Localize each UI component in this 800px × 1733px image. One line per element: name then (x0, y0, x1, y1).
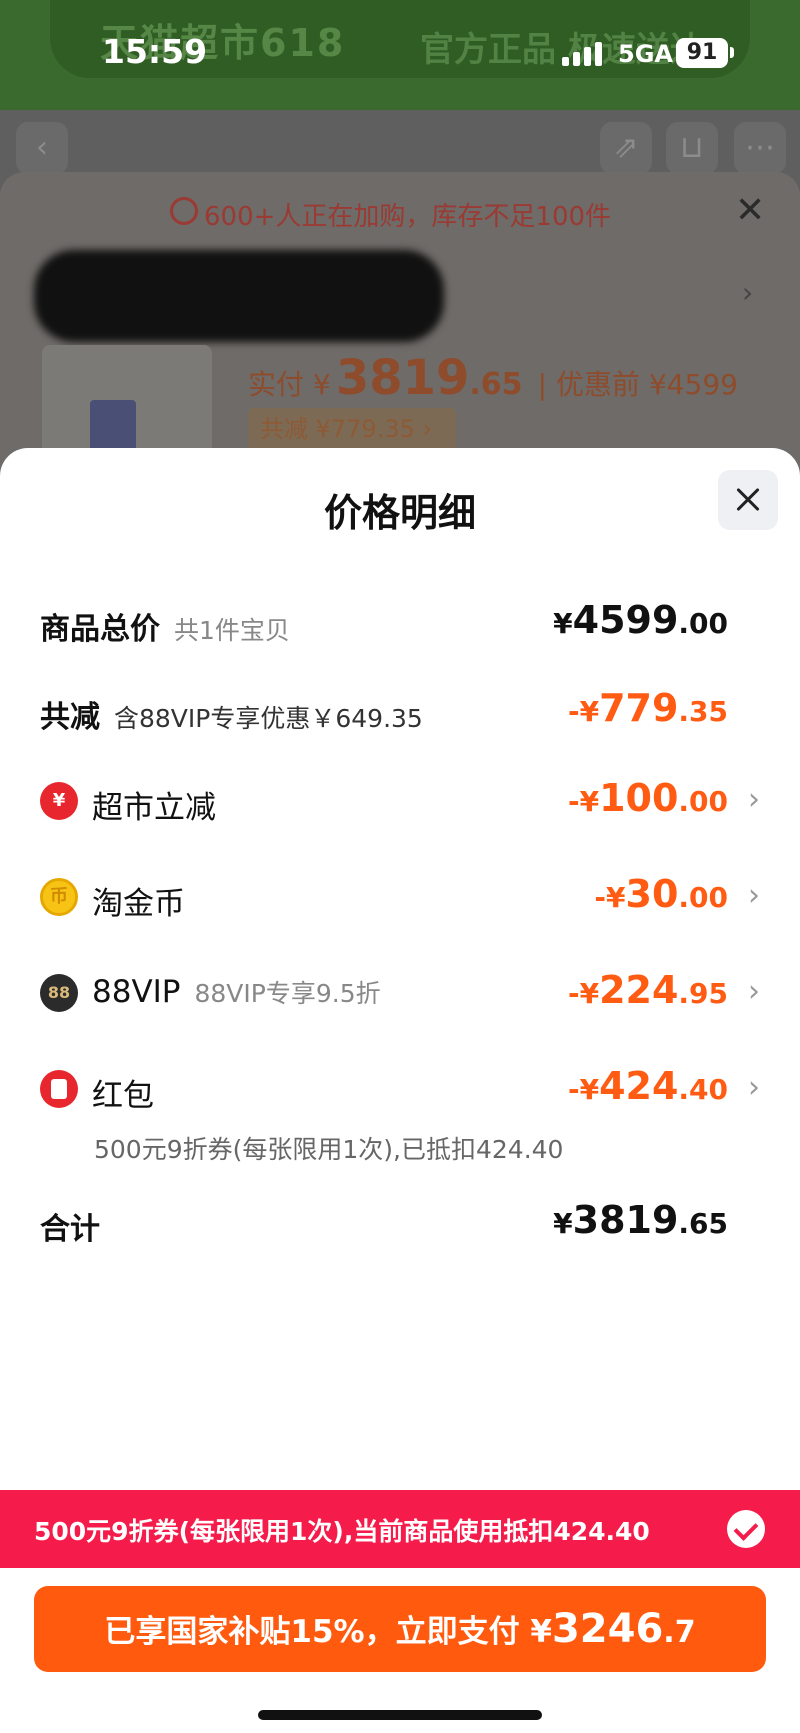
chevron-right-icon: › (748, 974, 760, 1009)
alarm-icon (170, 197, 198, 225)
currency: -¥ (594, 881, 626, 914)
paid-amount-dec: .65 (469, 367, 523, 402)
amount-dec: .35 (678, 695, 728, 728)
paid-amount: 3819 (335, 350, 470, 406)
amount-dec: .00 (678, 607, 728, 640)
amount-dec: .00 (678, 881, 728, 914)
item-label: 超市立减 (92, 790, 216, 826)
home-indicator[interactable] (258, 1710, 542, 1720)
sum-label: 合计 (40, 1212, 100, 1247)
taojinbi-coin-icon: 币 (40, 878, 78, 916)
chevron-right-icon[interactable]: › (742, 276, 753, 309)
amount-dec: .00 (678, 785, 728, 818)
currency: -¥ (567, 695, 600, 728)
check-icon[interactable] (727, 1510, 765, 1548)
coupon-bar[interactable]: 500元9折券(每张限用1次),当前商品使用抵扣424.40 (0, 1490, 800, 1568)
item-amount: -¥100.00 (568, 776, 728, 820)
network-label: 5GA (618, 40, 673, 68)
battery-tip (730, 47, 734, 58)
share-icon[interactable]: ⇗ (600, 122, 652, 174)
discount-tag[interactable]: 共减 ¥779.35 › (248, 408, 456, 450)
reduction-sub: 含88VIP专享优惠￥649.35 (114, 704, 423, 733)
total-label: 商品总价 共1件宝贝 (40, 604, 290, 648)
more-icon[interactable]: ⋯ (734, 122, 786, 174)
cart-icon[interactable]: ⊔ (666, 122, 718, 174)
item-sub: 88VIP专享9.5折 (194, 979, 381, 1008)
item-amount: -¥30.00 (594, 872, 728, 916)
paid-label: 实付 ¥ (248, 368, 331, 401)
reduction-amount: -¥779.35 (568, 686, 728, 730)
total-label-text: 商品总价 (40, 612, 160, 647)
signal-icon (562, 42, 606, 66)
reduction-label-text: 共减 (40, 700, 100, 735)
amount-dec: .40 (678, 1073, 728, 1106)
discount-item-supermarket[interactable]: ¥ 超市立减 -¥100.00 › (0, 766, 800, 836)
currency: -¥ (567, 977, 600, 1010)
stock-alert: 600+人正在加购，库存不足100件 (204, 202, 612, 232)
88vip-icon: 88 (40, 974, 78, 1012)
item-label: 淘金币 (92, 886, 185, 922)
amount-int: 100 (599, 776, 679, 820)
discount-item-taojinbi[interactable]: 币 淘金币 -¥30.00 › (0, 862, 800, 932)
reduction-label: 共减 含88VIP专享优惠￥649.35 (40, 692, 423, 736)
close-icon[interactable] (718, 470, 778, 530)
redacted-product-title (34, 250, 444, 342)
currency: -¥ (567, 785, 600, 818)
pay-button[interactable]: 已享国家补贴15%，立即支付 ¥3246.7 (34, 1586, 766, 1672)
item-label: 88VIP 88VIP专享9.5折 (92, 974, 381, 1010)
reduction-row: 共减 含88VIP专享优惠￥649.35 -¥779.35 (0, 676, 800, 746)
item-label-text: 88VIP (92, 974, 181, 1010)
item-amount: -¥224.95 (568, 968, 728, 1012)
pay-amount-dec: .7 (663, 1615, 696, 1650)
battery-icon: 91 (676, 38, 728, 68)
chevron-right-icon: › (748, 782, 760, 817)
discount-item-red-packet[interactable]: 红包 -¥424.40 › (0, 1054, 800, 1124)
chevron-right-icon: › (748, 1070, 760, 1105)
total-amount: ¥4599.00 (553, 598, 728, 642)
red-packet-icon (40, 1070, 78, 1108)
amount-int: 224 (599, 968, 679, 1012)
pay-area: 已享国家补贴15%，立即支付 ¥3246.7 (0, 1568, 800, 1733)
status-bar: 15:59 5GA 91 (0, 0, 800, 100)
amount-int: 30 (625, 872, 679, 916)
amount-int: 3819 (572, 1198, 679, 1242)
total-price-row: 商品总价 共1件宝贝 ¥4599.00 (0, 588, 800, 658)
red-packet-note: 500元9折券(每张限用1次),已抵扣424.40 (94, 1135, 564, 1164)
coupon-text: 500元9折券(每张限用1次),当前商品使用抵扣424.40 (34, 1517, 650, 1546)
sum-amount: ¥3819.65 (553, 1198, 728, 1242)
currency: ¥ (553, 607, 573, 640)
sku-close-icon[interactable]: ✕ (735, 190, 765, 231)
amount-int: 424 (599, 1064, 679, 1108)
back-icon[interactable]: ‹ (16, 122, 68, 174)
before-discount: | 优惠前 ¥4599 (537, 368, 738, 401)
amount-int: 779 (599, 686, 679, 730)
status-time: 15:59 (102, 32, 208, 71)
currency: -¥ (567, 1073, 600, 1106)
item-label: 红包 (92, 1078, 154, 1114)
chevron-right-icon: › (748, 878, 760, 913)
supermarket-discount-icon: ¥ (40, 782, 78, 820)
pay-amount-int: 3246 (551, 1606, 664, 1652)
discount-item-88vip[interactable]: 88 88VIP 88VIP专享9.5折 -¥224.95 › (0, 958, 800, 1028)
total-count: 共1件宝贝 (174, 616, 290, 645)
amount-int: 4599 (572, 598, 679, 642)
item-amount: -¥424.40 (568, 1064, 728, 1108)
amount-dec: .65 (678, 1207, 728, 1240)
currency: ¥ (553, 1207, 573, 1240)
sheet-title: 价格明细 (323, 491, 476, 535)
amount-dec: .95 (678, 977, 728, 1010)
sum-row: 合计 ¥3819.65 (0, 1188, 800, 1258)
bg-price-line: 实付 ¥ 3819.65 | 优惠前 ¥4599 (248, 350, 738, 406)
pay-button-label: 已享国家补贴15%，立即支付 ¥ (104, 1614, 552, 1650)
